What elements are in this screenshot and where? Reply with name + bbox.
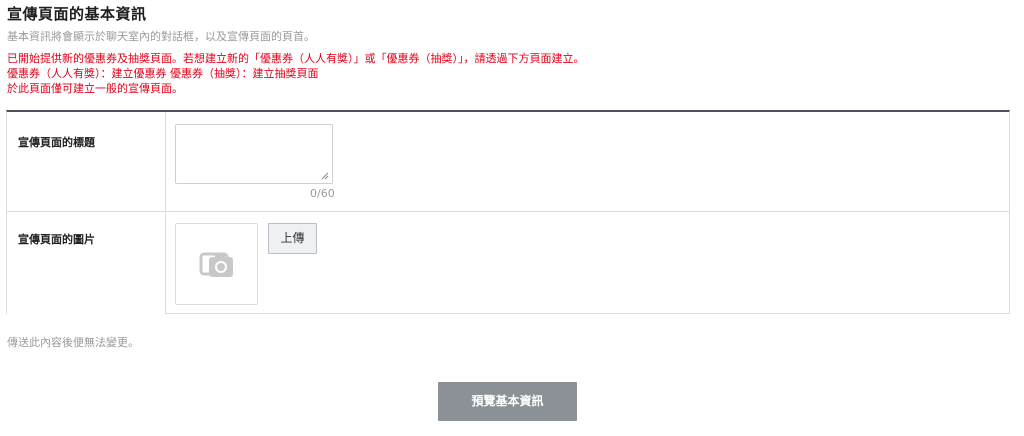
- title-label-cell: 宣傳頁面的標題: [7, 112, 166, 211]
- preview-basic-info-button[interactable]: 預覽基本資訊: [438, 382, 577, 421]
- page-title: 宣傳頁面的基本資訊: [7, 5, 147, 23]
- resize-grip-icon[interactable]: [321, 172, 329, 180]
- image-row: 宣傳頁面的圖片 上傳: [7, 212, 1009, 314]
- camera-icon: [199, 252, 233, 277]
- title-label: 宣傳頁面的標題: [18, 136, 95, 149]
- title-char-counter: 0/60: [310, 187, 335, 200]
- title-row: 宣傳頁面的標題 0/60: [7, 112, 1009, 212]
- basic-info-form: 宣傳頁面的標題 0/60 宣傳頁面的圖片 上傳: [6, 110, 1010, 314]
- notice-line-1: 已開始提供新的優惠券及抽獎頁面。若想建立新的「優惠券（人人有獎）」或「優惠券（抽…: [7, 52, 585, 65]
- image-placeholder[interactable]: [175, 223, 258, 305]
- footer-note: 傳送此內容後便無法變更。: [7, 336, 139, 349]
- image-label: 宣傳頁面的圖片: [18, 233, 95, 246]
- notice-line-2: 優惠券（人人有獎）：建立優惠券 優惠券（抽獎）：建立抽獎頁面: [7, 67, 319, 80]
- notice-line-3: 於此頁面僅可建立一般的宣傳頁面。: [7, 82, 183, 95]
- image-label-cell: 宣傳頁面的圖片: [7, 212, 166, 314]
- title-textarea[interactable]: [175, 124, 333, 184]
- upload-button[interactable]: 上傳: [268, 223, 317, 254]
- page-subtitle: 基本資訊將會顯示於聊天室內的對話框，以及宣傳頁面的頁首。: [7, 30, 315, 43]
- notice-block: 已開始提供新的優惠券及抽獎頁面。若想建立新的「優惠券（人人有獎）」或「優惠券（抽…: [7, 51, 1007, 96]
